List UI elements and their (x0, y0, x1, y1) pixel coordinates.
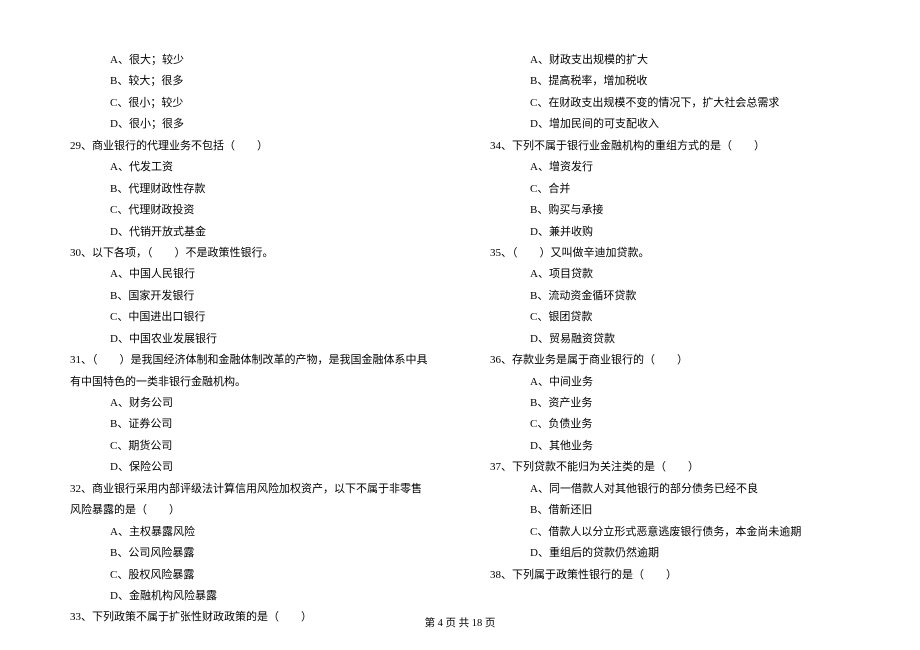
q31-option-d: D、保险公司 (70, 457, 430, 478)
q35-option-d: D、贸易融资贷款 (490, 329, 850, 350)
q28-option-b: B、较大；很多 (70, 71, 430, 92)
q31-option-a: A、财务公司 (70, 393, 430, 414)
q29-stem: 29、商业银行的代理业务不包括（ ） (70, 136, 430, 157)
q29-option-a: A、代发工资 (70, 157, 430, 178)
q28-option-c: C、很小；较少 (70, 93, 430, 114)
q38-stem: 38、下列属于政策性银行的是（ ） (490, 565, 850, 586)
q30-stem: 30、以下各项，（ ）不是政策性银行。 (70, 243, 430, 264)
q36-option-b: B、资产业务 (490, 393, 850, 414)
content-columns: A、很大；较少 B、较大；很多 C、很小；较少 D、很小；很多 29、商业银行的… (70, 50, 850, 629)
q36-option-a: A、中间业务 (490, 372, 850, 393)
q35-option-c: C、银团贷款 (490, 307, 850, 328)
q33-option-c: C、在财政支出规模不变的情况下，扩大社会总需求 (490, 93, 850, 114)
q34-option-d: D、兼并收购 (490, 222, 850, 243)
q29-option-d: D、代销开放式基金 (70, 222, 430, 243)
q29-option-c: C、代理财政投资 (70, 200, 430, 221)
q33-option-b: B、提高税率，增加税收 (490, 71, 850, 92)
q33-option-a: A、财政支出规模的扩大 (490, 50, 850, 71)
q36-option-c: C、负债业务 (490, 414, 850, 435)
q30-option-b: B、国家开发银行 (70, 286, 430, 307)
right-column: A、财政支出规模的扩大 B、提高税率，增加税收 C、在财政支出规模不变的情况下，… (490, 50, 850, 629)
q32-option-d: D、金融机构风险暴露 (70, 586, 430, 607)
q28-option-d: D、很小；很多 (70, 114, 430, 135)
q37-option-a: A、同一借款人对其他银行的部分债务已经不良 (490, 479, 850, 500)
q35-stem: 35、（ ）又叫做辛迪加贷款。 (490, 243, 850, 264)
q32-option-a: A、主权暴露风险 (70, 522, 430, 543)
q32-stem: 32、商业银行采用内部评级法计算信用风险加权资产，以下不属于非零售风险暴露的是（… (70, 479, 430, 522)
page-footer: 第 4 页 共 18 页 (0, 615, 920, 630)
q30-option-a: A、中国人民银行 (70, 264, 430, 285)
q31-stem: 31、（ ）是我国经济体制和金融体制改革的产物，是我国金融体系中具有中国特色的一… (70, 350, 430, 393)
q31-option-b: B、证券公司 (70, 414, 430, 435)
q34-option-c: C、合并 (490, 179, 850, 200)
q37-option-d: D、重组后的贷款仍然逾期 (490, 543, 850, 564)
q37-option-b: B、借新还旧 (490, 500, 850, 521)
q37-option-c: C、借款人以分立形式恶意逃废银行债务，本金尚未逾期 (490, 522, 850, 543)
q32-option-c: C、股权风险暴露 (70, 565, 430, 586)
q36-option-d: D、其他业务 (490, 436, 850, 457)
q35-option-b: B、流动资金循环贷款 (490, 286, 850, 307)
q28-option-a: A、很大；较少 (70, 50, 430, 71)
left-column: A、很大；较少 B、较大；很多 C、很小；较少 D、很小；很多 29、商业银行的… (70, 50, 430, 629)
q33-option-d: D、增加民间的可支配收入 (490, 114, 850, 135)
q30-option-d: D、中国农业发展银行 (70, 329, 430, 350)
q35-option-a: A、项目贷款 (490, 264, 850, 285)
q37-stem: 37、下列贷款不能归为关注类的是（ ） (490, 457, 850, 478)
q34-stem: 34、下列不属于银行业金融机构的重组方式的是（ ） (490, 136, 850, 157)
q30-option-c: C、中国进出口银行 (70, 307, 430, 328)
q32-option-b: B、公司风险暴露 (70, 543, 430, 564)
q29-option-b: B、代理财政性存款 (70, 179, 430, 200)
q34-option-a: A、增资发行 (490, 157, 850, 178)
q31-option-c: C、期货公司 (70, 436, 430, 457)
q34-option-b: B、购买与承接 (490, 200, 850, 221)
q36-stem: 36、存款业务是属于商业银行的（ ） (490, 350, 850, 371)
